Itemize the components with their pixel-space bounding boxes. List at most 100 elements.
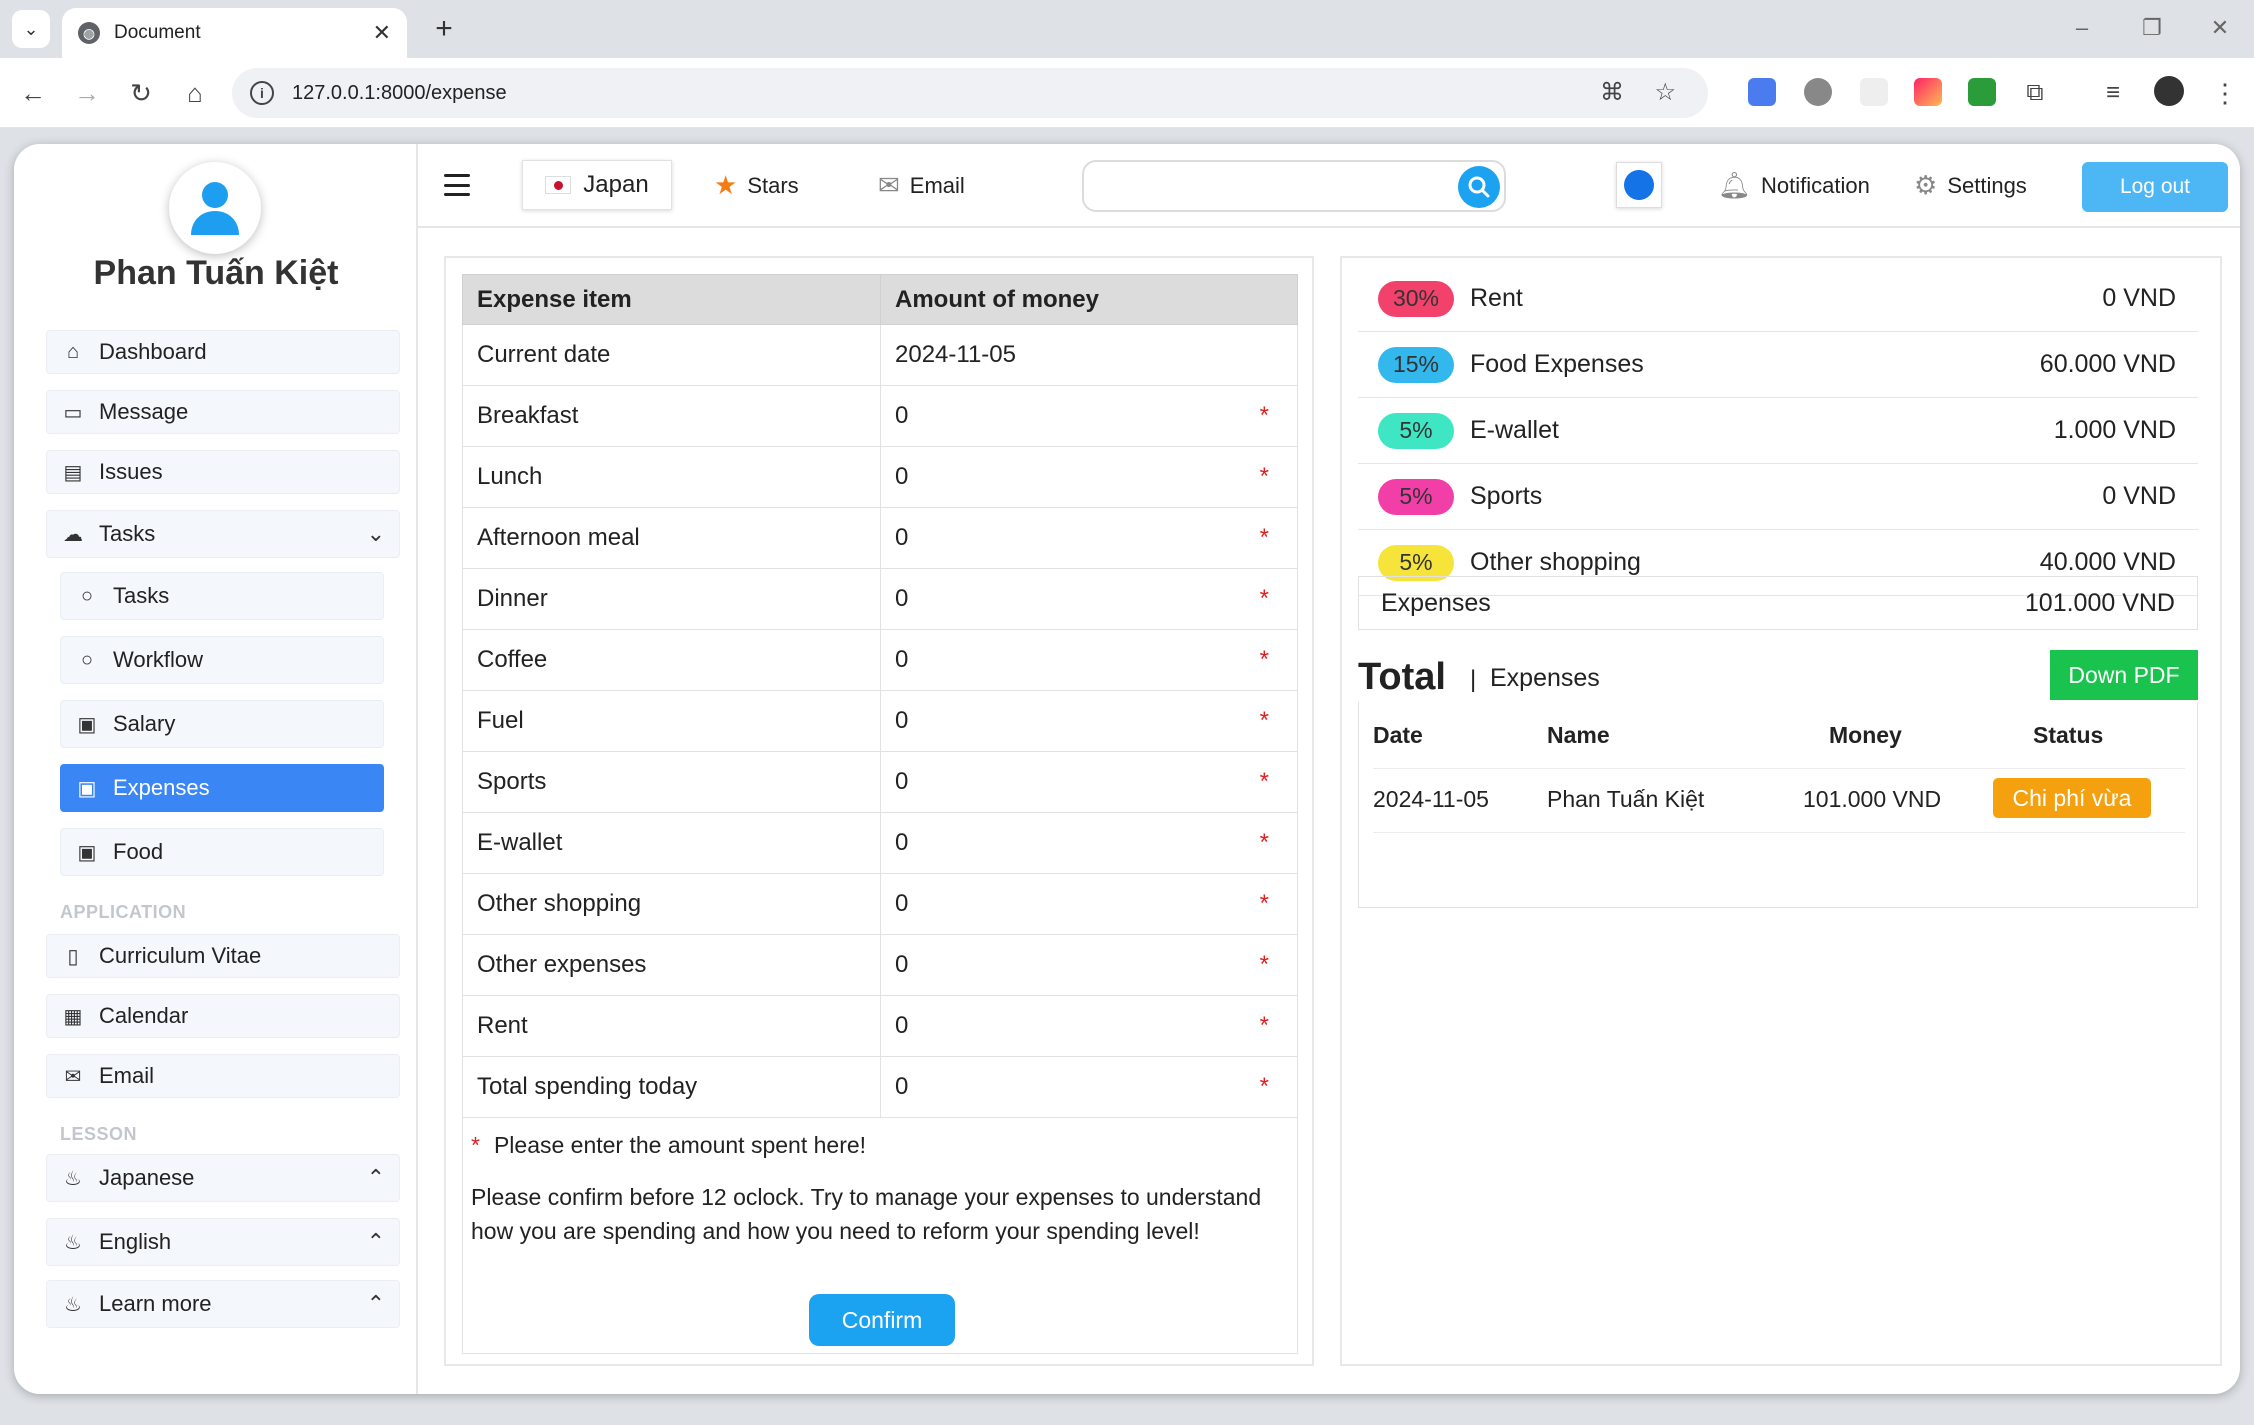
media-control-icon[interactable]: ≡ — [2092, 72, 2134, 114]
star-icon: ★ — [714, 170, 738, 200]
chevron-down-icon[interactable]: ⌄ — [367, 521, 385, 547]
amount-cell: 0 * — [880, 629, 1298, 691]
language-selector[interactable]: Japan — [522, 160, 672, 210]
sidebar-item-food[interactable]: ▣ Food — [60, 828, 384, 876]
new-tab-icon[interactable]: + — [425, 10, 463, 48]
amount-input[interactable]: 0 — [895, 646, 908, 673]
amount-input[interactable]: 0 — [895, 768, 908, 795]
sidebar-item-workflow[interactable]: ○ Workflow — [60, 636, 384, 684]
notification-link[interactable]: 🔔︎ Notification — [1718, 170, 1870, 201]
globe-icon: ◍ — [78, 22, 100, 44]
address-bar[interactable]: i 127.0.0.1:8000/expense ⌘ ☆ — [232, 68, 1708, 118]
message-icon: ▭ — [63, 401, 83, 424]
sidebar-item-calendar[interactable]: ▦ Calendar — [46, 994, 400, 1038]
amount-input[interactable]: 0 — [895, 402, 908, 429]
avatar[interactable] — [169, 162, 261, 254]
sidebar-item-label: Tasks — [113, 583, 170, 608]
google-translate-extension-icon[interactable] — [1748, 78, 1776, 106]
sidebar-item-salary[interactable]: ▣ Salary — [60, 700, 384, 748]
amount-input[interactable]: 0 — [895, 829, 908, 856]
chevron-up-icon[interactable]: ⌃ — [367, 1229, 385, 1255]
amount-input[interactable]: 0 — [895, 1073, 908, 1100]
expenses-label: Expenses — [1381, 588, 1491, 617]
sidebar-item-email[interactable]: ✉ Email — [46, 1054, 400, 1098]
required-star: * — [1259, 951, 1269, 978]
minimize-icon[interactable]: – — [2062, 10, 2102, 46]
amount-input[interactable]: 0 — [895, 585, 908, 612]
close-tab-icon[interactable]: ✕ — [373, 20, 391, 46]
extension-icon[interactable] — [1804, 78, 1832, 106]
translate-icon[interactable]: ⌘ — [1600, 78, 1624, 107]
confirm-button[interactable]: Confirm — [809, 1294, 955, 1346]
money-icon: ▣ — [77, 713, 97, 736]
user-icon — [191, 182, 239, 235]
bookmark-star-icon[interactable]: ☆ — [1654, 78, 1676, 107]
sidebar-item-japanese[interactable]: ♨ Japanese ⌃ — [46, 1154, 400, 1202]
table-row: Lunch 0 * — [462, 446, 1298, 508]
forward-icon[interactable]: → — [66, 72, 108, 114]
amount-input[interactable]: 0 — [895, 463, 908, 490]
home-icon[interactable]: ⌂ — [174, 72, 216, 114]
expense-form-panel: Expense item Amount of money Current dat… — [444, 256, 1314, 1366]
profile-avatar[interactable] — [2154, 76, 2184, 106]
home-icon: ⌂ — [66, 340, 80, 363]
expense-item-label: Lunch — [462, 446, 881, 508]
sidebar-item-tasks-group[interactable]: ☁ Tasks ⌄ — [46, 510, 400, 558]
chevron-up-icon[interactable]: ⌃ — [367, 1165, 385, 1191]
amount-cell: 0 * — [880, 873, 1298, 935]
sidebar-item-expenses[interactable]: ▣ Expenses — [60, 764, 384, 812]
sidebar-item-curriculum-vitae[interactable]: ▯ Curriculum Vitae — [46, 934, 400, 978]
browser-tab[interactable]: ◍ Document ✕ — [62, 8, 407, 58]
expense-item-label: Coffee — [462, 629, 881, 691]
sidebar-item-learn-more[interactable]: ♨ Learn more ⌃ — [46, 1280, 400, 1328]
top-navbar: Japan ★ Stars ✉ Email 🔔︎ Notification ⚙ … — [418, 144, 2240, 228]
theme-toggle-button[interactable] — [1616, 162, 1662, 208]
search-button[interactable] — [1458, 166, 1500, 208]
extension-icon[interactable] — [1914, 78, 1942, 106]
settings-link[interactable]: ⚙ Settings — [1914, 170, 2027, 201]
amount-input[interactable]: 0 — [895, 951, 908, 978]
history-header-date: Date — [1373, 722, 1423, 748]
stars-link[interactable]: ★ Stars — [714, 170, 799, 201]
restore-icon[interactable]: ❐ — [2132, 10, 2172, 46]
bell-icon: 🔔︎ — [1718, 170, 1752, 200]
logout-button[interactable]: Log out — [2082, 162, 2228, 212]
sidebar-item-message[interactable]: ▭ Message — [46, 390, 400, 434]
browser-menu-icon[interactable]: ⋮ — [2204, 72, 2246, 114]
hamburger-menu-icon[interactable] — [444, 174, 470, 196]
extension-icon[interactable] — [1860, 78, 1888, 106]
circle-icon: ○ — [80, 648, 94, 671]
amount-input[interactable]: 2024-11-05 — [895, 341, 1016, 368]
amount-input[interactable]: 0 — [895, 524, 908, 551]
app-window: Phan Tuấn Kiệt ⌂ Dashboard ▭ Message ▤ I… — [14, 144, 2240, 1394]
site-info-icon[interactable]: i — [250, 81, 274, 105]
amount-cell: 0 * — [880, 751, 1298, 813]
expense-item-label: Total spending today — [462, 1056, 881, 1118]
history-name: Phan Tuấn Kiệt — [1547, 786, 1705, 812]
download-pdf-button[interactable]: Down PDF — [2050, 650, 2198, 700]
tab-search-chevron-icon[interactable]: ⌄ — [12, 10, 50, 48]
sidebar-item-label: Calendar — [99, 1003, 189, 1028]
sidebar-item-dashboard[interactable]: ⌂ Dashboard — [46, 330, 400, 374]
amount-input[interactable]: 0 — [895, 1012, 908, 1039]
amount-input[interactable]: 0 — [895, 890, 908, 917]
instructions-text: Please confirm before 12 oclock. Try to … — [471, 1184, 1262, 1244]
sidebar-item-tasks[interactable]: ○ Tasks — [60, 572, 384, 620]
sidebar-item-label: Salary — [113, 711, 176, 736]
money-icon: ▣ — [77, 841, 97, 864]
category-name: Other shopping — [1470, 548, 1641, 576]
expense-table: Expense item Amount of money Current dat… — [462, 274, 1298, 1118]
sidebar-item-issues[interactable]: ▤ Issues — [46, 450, 400, 494]
url-text[interactable]: 127.0.0.1:8000/expense — [292, 82, 507, 105]
chevron-up-icon[interactable]: ⌃ — [367, 1291, 385, 1317]
history-table: Date Name Money Status 2024-11-05 Phan T… — [1358, 702, 2198, 908]
search-input[interactable] — [1082, 160, 1506, 212]
back-icon[interactable]: ← — [12, 72, 54, 114]
email-link[interactable]: ✉ Email — [878, 170, 965, 201]
extension-icon[interactable] — [1968, 78, 1996, 106]
sidebar-item-english[interactable]: ♨ English ⌃ — [46, 1218, 400, 1266]
reload-icon[interactable]: ↻ — [120, 72, 162, 114]
amount-input[interactable]: 0 — [895, 707, 908, 734]
close-window-icon[interactable]: ✕ — [2200, 10, 2240, 46]
extensions-puzzle-icon[interactable]: ⧉ — [2014, 72, 2056, 114]
